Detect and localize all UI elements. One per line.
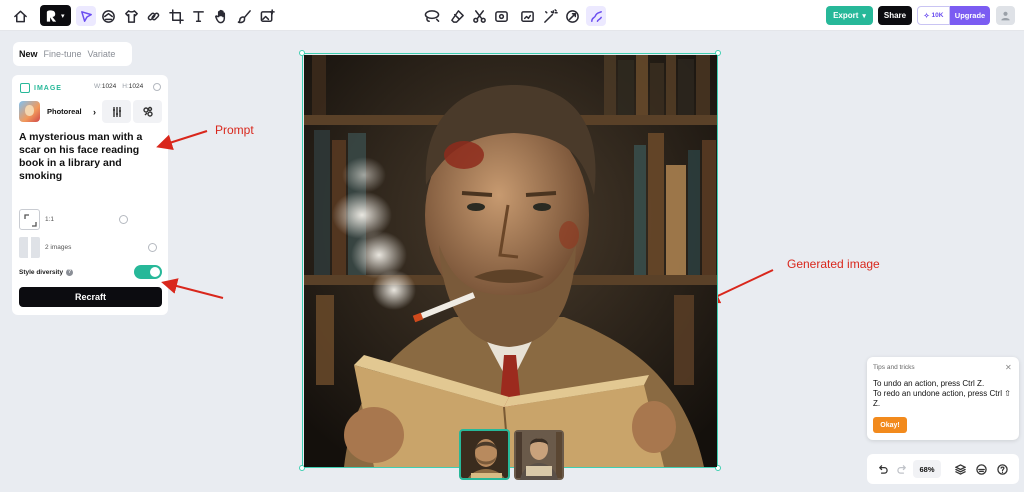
sparkle-icon: ✧ (923, 12, 930, 20)
chevron-down-icon: ▾ (862, 12, 866, 20)
image-icon (20, 83, 30, 93)
credits-badge[interactable]: ✧ 10K (917, 6, 950, 25)
style-diversity-row: Style diversity ? (19, 265, 162, 279)
width-value: 1024 (101, 83, 117, 90)
tips-body: To undo an action, press Ctrl Z. To redo… (873, 379, 1015, 409)
aspect-ratio-icon (19, 209, 40, 230)
hand-tool-icon[interactable] (211, 6, 231, 26)
tips-line-undo: To undo an action, press Ctrl Z. (873, 379, 985, 388)
generated-image-annotation: Generated image (787, 257, 880, 271)
tab-variate[interactable]: Variate (88, 49, 116, 59)
inpaint-tool-icon[interactable] (491, 6, 511, 26)
magic-tool-icon[interactable] (540, 6, 560, 26)
shirt-tool-icon[interactable] (121, 6, 141, 26)
section-label-text: IMAGE (34, 84, 62, 92)
redo-icon[interactable] (895, 462, 909, 476)
recraft-logo-icon (46, 9, 57, 22)
layers-icon[interactable] (953, 462, 967, 476)
height-field[interactable]: H:1024 (122, 83, 143, 90)
share-button[interactable]: Share (878, 6, 912, 25)
eraser-tool-icon[interactable] (447, 6, 467, 26)
generation-panel: IMAGE W:1024 H:1024 Photoreal › A myster… (12, 75, 168, 315)
info-icon[interactable]: ? (66, 268, 74, 276)
bottom-toolbar: 68% (867, 454, 1019, 484)
top-toolbar: ▾ Export ▾ Share ✧ 10K Upgrade (0, 0, 1024, 31)
tips-line-redo: To redo an undone action, press Ctrl ⇧ Z… (873, 389, 1011, 408)
info-icon[interactable] (153, 83, 161, 91)
tips-card: Tips and tricks ✕ To undo an action, pre… (867, 357, 1019, 440)
brush-tool-icon[interactable] (234, 6, 254, 26)
scissors-tool-icon[interactable] (469, 6, 489, 26)
style-settings-button[interactable] (102, 100, 131, 123)
crop-tool-icon[interactable] (166, 6, 186, 26)
dimensions[interactable]: W:1024 H:1024 (94, 83, 143, 90)
generated-image[interactable] (304, 55, 717, 467)
user-icon (1001, 11, 1010, 21)
aspect-ratio-radio[interactable] (119, 215, 128, 224)
chevron-down-icon: ▾ (61, 12, 65, 20)
mask-tool-icon[interactable] (98, 6, 118, 26)
style-diversity-toggle[interactable] (134, 265, 162, 279)
upscale-tool-icon[interactable] (517, 6, 537, 26)
recraft-button[interactable]: Recraft (19, 287, 162, 307)
undo-icon[interactable] (875, 462, 889, 476)
prompt-annotation: Prompt (215, 123, 254, 137)
prompt-input[interactable]: A mysterious man with a scar on his face… (19, 131, 159, 183)
tips-title: Tips and tricks (873, 364, 915, 371)
width-label: W: (94, 83, 102, 90)
logo-menu-button[interactable]: ▾ (40, 5, 71, 26)
image-section-label: IMAGE (20, 83, 62, 93)
credits-count: 10K (931, 12, 944, 19)
upgrade-button[interactable]: Upgrade (950, 6, 990, 25)
image-count-radio[interactable] (148, 243, 157, 252)
vectorize-tool-icon[interactable] (562, 6, 582, 26)
width-field[interactable]: W:1024 (94, 83, 116, 90)
text-tool-icon[interactable] (188, 6, 208, 26)
lasso-tool-icon[interactable] (420, 6, 444, 26)
okay-button[interactable]: Okay! (873, 417, 907, 433)
aspect-ratio-row[interactable]: 1:1 (19, 209, 161, 230)
select-tool-icon[interactable] (76, 6, 96, 26)
height-value: 1024 (128, 83, 144, 90)
thumbnail-image-2 (514, 430, 564, 480)
home-icon[interactable] (10, 6, 30, 26)
image-add-tool-icon[interactable] (257, 6, 277, 26)
sliders-icon (112, 106, 121, 117)
profile-avatar-button[interactable] (996, 6, 1015, 25)
community-icon[interactable] (974, 462, 988, 476)
export-button[interactable]: Export ▾ (826, 6, 873, 25)
man-reading-portrait (304, 55, 717, 467)
image-count-row[interactable]: 2 images (19, 237, 161, 258)
image-count-value: 2 images (45, 244, 72, 251)
style-selector-row: Photoreal › (19, 100, 162, 123)
color-palette-button[interactable] (133, 100, 162, 123)
close-icon[interactable]: ✕ (1005, 363, 1012, 372)
style-name[interactable]: Photoreal (47, 107, 91, 116)
link-tool-icon[interactable] (143, 6, 163, 26)
generation-tabs: New Fine-tune Variate (13, 42, 132, 66)
export-label: Export (833, 11, 859, 20)
help-icon[interactable] (995, 462, 1009, 476)
style-thumbnail[interactable] (19, 101, 40, 122)
tab-new[interactable]: New (19, 49, 38, 59)
images-count-icon (19, 237, 40, 258)
variant-thumbnail-2[interactable] (514, 430, 564, 480)
palette-icon (142, 106, 153, 117)
tab-fine-tune[interactable]: Fine-tune (44, 49, 82, 59)
style-tool-icon[interactable] (586, 6, 606, 26)
style-diversity-label: Style diversity (19, 268, 64, 276)
zoom-level[interactable]: 68% (913, 460, 941, 478)
variant-thumbnail-1[interactable] (459, 429, 510, 480)
chevron-right-icon[interactable]: › (93, 107, 96, 117)
aspect-ratio-value: 1:1 (45, 216, 55, 223)
thumbnail-image-1 (461, 431, 508, 478)
